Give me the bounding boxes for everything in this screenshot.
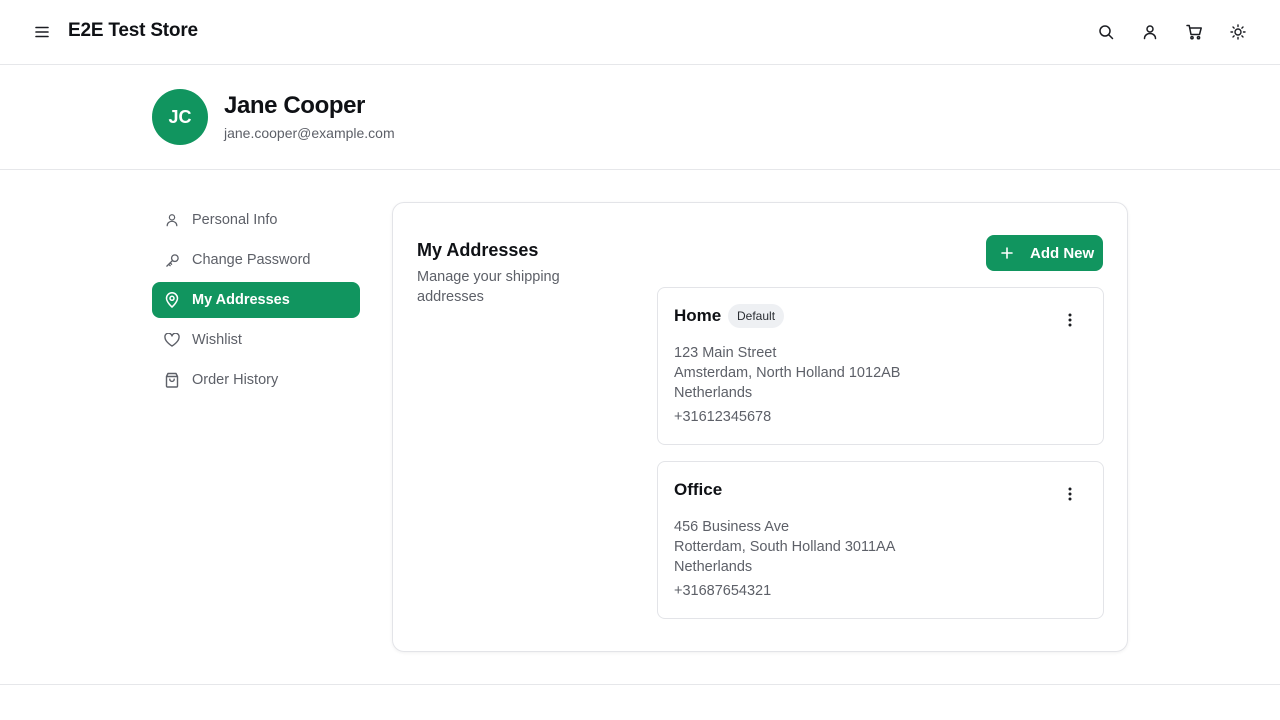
address-street: 123 Main Street bbox=[674, 345, 777, 361]
profile-name: Jane Cooper bbox=[224, 92, 365, 119]
profile-email: jane.cooper@example.com bbox=[224, 125, 395, 141]
add-address-label: Add New bbox=[1030, 244, 1095, 262]
sidebar-item-wishlist[interactable]: Wishlist bbox=[152, 322, 360, 358]
address-card-home: Home Default 123 Main Street Amsterdam, … bbox=[657, 287, 1104, 445]
default-badge: Default bbox=[728, 304, 785, 328]
add-address-button[interactable]: Add New bbox=[986, 235, 1103, 271]
user-icon[interactable] bbox=[1138, 20, 1162, 44]
profile-header: JC Jane Cooper jane.cooper@example.com bbox=[0, 65, 1280, 170]
top-bar: E2E Test Store bbox=[0, 0, 1280, 65]
sidebar-item-label: Order History bbox=[192, 372, 279, 388]
address-phone: +31687654321 bbox=[674, 583, 772, 599]
address-name: Office bbox=[674, 480, 723, 499]
sidebar-item-label: My Addresses bbox=[192, 292, 290, 308]
footer-divider bbox=[0, 684, 1280, 685]
address-city-line: Rotterdam, South Holland 3011AA bbox=[674, 539, 896, 555]
sun-icon[interactable] bbox=[1226, 20, 1250, 44]
address-street: 456 Business Ave bbox=[674, 519, 790, 535]
user-icon bbox=[164, 212, 180, 228]
section-subtitle: Manage your shipping addresses bbox=[417, 269, 560, 305]
sidebar-item-my-addresses[interactable]: My Addresses bbox=[152, 282, 360, 318]
map-pin-icon bbox=[164, 292, 180, 308]
sidebar-item-change-password[interactable]: Change Password bbox=[152, 242, 360, 278]
address-phone: +31612345678 bbox=[674, 409, 772, 425]
sidebar-item-order-history[interactable]: Order History bbox=[152, 362, 360, 398]
more-vertical-icon[interactable] bbox=[1060, 484, 1080, 504]
plus-icon bbox=[1000, 246, 1014, 260]
sidebar-item-label: Wishlist bbox=[192, 332, 242, 348]
sidebar-item-personal-info[interactable]: Personal Info bbox=[152, 202, 360, 238]
sidebar-item-label: Personal Info bbox=[192, 212, 278, 228]
cart-icon[interactable] bbox=[1182, 20, 1206, 44]
address-name: Home bbox=[674, 306, 722, 325]
sidebar-item-label: Change Password bbox=[192, 252, 311, 268]
search-icon[interactable] bbox=[1094, 20, 1118, 44]
address-country: Netherlands bbox=[674, 385, 753, 401]
menu-icon[interactable] bbox=[30, 20, 54, 44]
address-card-office: Office 456 Business Ave Rotterdam, South… bbox=[657, 461, 1104, 619]
key-icon bbox=[164, 252, 180, 268]
addresses-card: My Addresses Manage your shipping addres… bbox=[392, 202, 1128, 652]
section-title: My Addresses bbox=[417, 240, 539, 260]
heart-icon bbox=[164, 332, 180, 348]
store-brand[interactable]: E2E Test Store bbox=[68, 20, 198, 42]
more-vertical-icon[interactable] bbox=[1060, 310, 1080, 330]
avatar: JC bbox=[152, 89, 208, 145]
shopping-bag-icon bbox=[164, 372, 180, 388]
address-city-line: Amsterdam, North Holland 1012AB bbox=[674, 365, 901, 381]
address-country: Netherlands bbox=[674, 559, 753, 575]
